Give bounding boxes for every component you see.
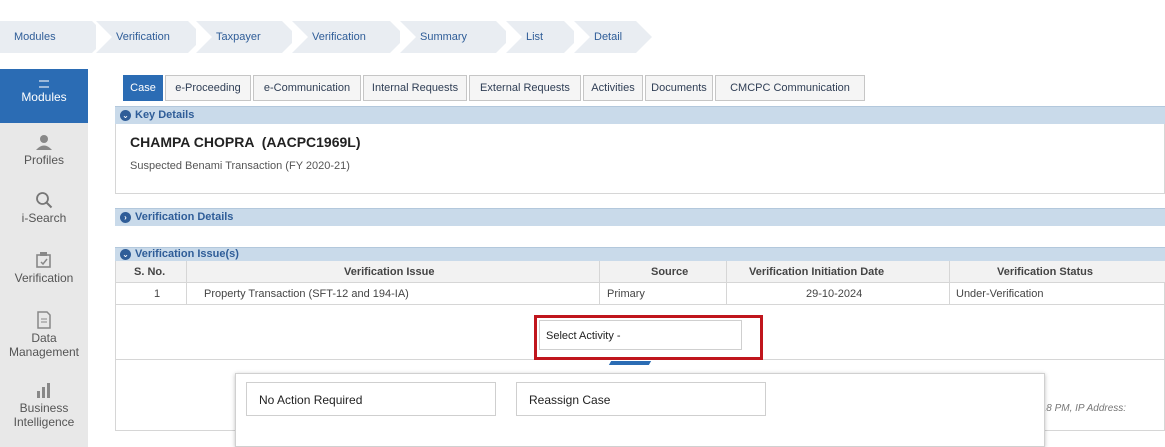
- activity-options-panel: No Action Required Reassign Case: [235, 373, 1045, 447]
- sidebar-item-label: Verification: [14, 271, 74, 285]
- sidebar-item-label: i-Search: [21, 211, 67, 225]
- table-cell: 1: [154, 288, 161, 300]
- data-icon: [37, 311, 51, 329]
- breadcrumb-summary[interactable]: Summary: [400, 21, 512, 53]
- column-divider: [726, 261, 727, 305]
- column-divider: [186, 261, 187, 305]
- key-details-panel: CHAMPA CHOPRA (AACPC1969L) Suspected Ben…: [115, 124, 1165, 194]
- verification-issues-header[interactable]: ⌄ Verification Issue(s): [115, 247, 1165, 261]
- column-header: Verification Status: [997, 266, 1093, 278]
- column-header: S. No.: [134, 266, 166, 278]
- select-activity-value: Select Activity -: [546, 330, 621, 342]
- breadcrumb-modules[interactable]: Modules: [0, 21, 108, 53]
- verification-icon: [36, 252, 51, 268]
- sidebar-item-label-line1: Business: [19, 401, 69, 415]
- breadcrumb: Modules Verification Taxpayer Verificati…: [0, 0, 1165, 56]
- sidebar-item-profiles[interactable]: Profiles: [0, 123, 88, 179]
- case-subtitle: Suspected Benami Transaction (FY 2020-21…: [130, 160, 350, 172]
- sidebar-item-label-line2: Management: [8, 345, 80, 359]
- column-divider: [949, 261, 950, 305]
- search-icon: [36, 192, 53, 209]
- section-title: Key Details: [135, 109, 195, 121]
- tab-cmcpc-communication[interactable]: CMCPC Communication: [715, 75, 865, 101]
- breadcrumb-list[interactable]: List: [506, 21, 580, 53]
- sidebar-item-label-line2: Intelligence: [13, 415, 75, 429]
- sidebar-item-modules[interactable]: Modules: [0, 69, 88, 123]
- option-reassign-case[interactable]: Reassign Case: [516, 382, 766, 416]
- sidebar-item-verification[interactable]: Verification: [0, 245, 88, 301]
- table-cell: Primary: [607, 288, 645, 300]
- table-cell: Property Transaction (SFT-12 and 194-IA): [204, 288, 409, 300]
- column-header: Source: [651, 266, 689, 278]
- option-label: No Action Required: [259, 393, 363, 407]
- breadcrumb-detail[interactable]: Detail: [574, 21, 652, 53]
- chevron-down-icon: ⌄: [120, 249, 131, 260]
- tab-activities[interactable]: Activities: [583, 75, 643, 101]
- section-title: Verification Details: [135, 211, 234, 223]
- breadcrumb-verification-2[interactable]: Verification: [292, 21, 406, 53]
- option-no-action-required[interactable]: No Action Required: [246, 382, 496, 416]
- sidebar: Modules Profiles i-Search Verification D…: [0, 69, 88, 447]
- chevron-down-icon: ⌄: [120, 110, 131, 121]
- sidebar-item-data-management[interactable]: Data Management: [0, 305, 88, 369]
- select-activity-dropdown[interactable]: Select Activity -: [539, 320, 742, 350]
- tab-e-communication[interactable]: e-Communication: [253, 75, 361, 101]
- tab-external-requests[interactable]: External Requests: [469, 75, 581, 101]
- verification-details-header[interactable]: › Verification Details: [115, 208, 1165, 226]
- chart-icon: [37, 383, 50, 398]
- key-details-header[interactable]: ⌄ Key Details: [115, 106, 1165, 124]
- tab-documents[interactable]: Documents: [645, 75, 713, 101]
- sidebar-item-i-search[interactable]: i-Search: [0, 183, 88, 237]
- user-icon: [36, 135, 52, 150]
- chevron-right-icon: ›: [120, 212, 131, 223]
- table-row[interactable]: 1 Property Transaction (SFT-12 and 194-I…: [116, 261, 1165, 305]
- tab-internal-requests[interactable]: Internal Requests: [363, 75, 467, 101]
- table-cell: 29-10-2024: [806, 288, 863, 300]
- menu-icon: [39, 80, 49, 88]
- section-title: Verification Issue(s): [135, 248, 239, 260]
- sidebar-item-label: Modules: [21, 90, 67, 104]
- table-header: S. No. Verification Issue Source Verific…: [116, 261, 1165, 283]
- column-header: Verification Initiation Date: [749, 266, 885, 278]
- sidebar-item-label-line1: Data: [31, 331, 57, 345]
- taxpayer-name: CHAMPA CHOPRA (AACPC1969L): [130, 134, 361, 150]
- option-label: Reassign Case: [529, 393, 611, 407]
- sidebar-item-label: Profiles: [23, 153, 64, 167]
- column-divider: [599, 261, 600, 305]
- tab-case[interactable]: Case: [123, 75, 163, 101]
- column-header: Verification Issue: [344, 266, 435, 278]
- breadcrumb-taxpayer[interactable]: Taxpayer: [196, 21, 298, 53]
- tab-e-proceeding[interactable]: e-Proceeding: [165, 75, 251, 101]
- sidebar-item-business-intelligence[interactable]: Business Intelligence: [0, 377, 88, 443]
- dropdown-pointer: [608, 361, 664, 369]
- breadcrumb-verification[interactable]: Verification: [96, 21, 204, 53]
- table-cell: Under-Verification: [956, 288, 1044, 300]
